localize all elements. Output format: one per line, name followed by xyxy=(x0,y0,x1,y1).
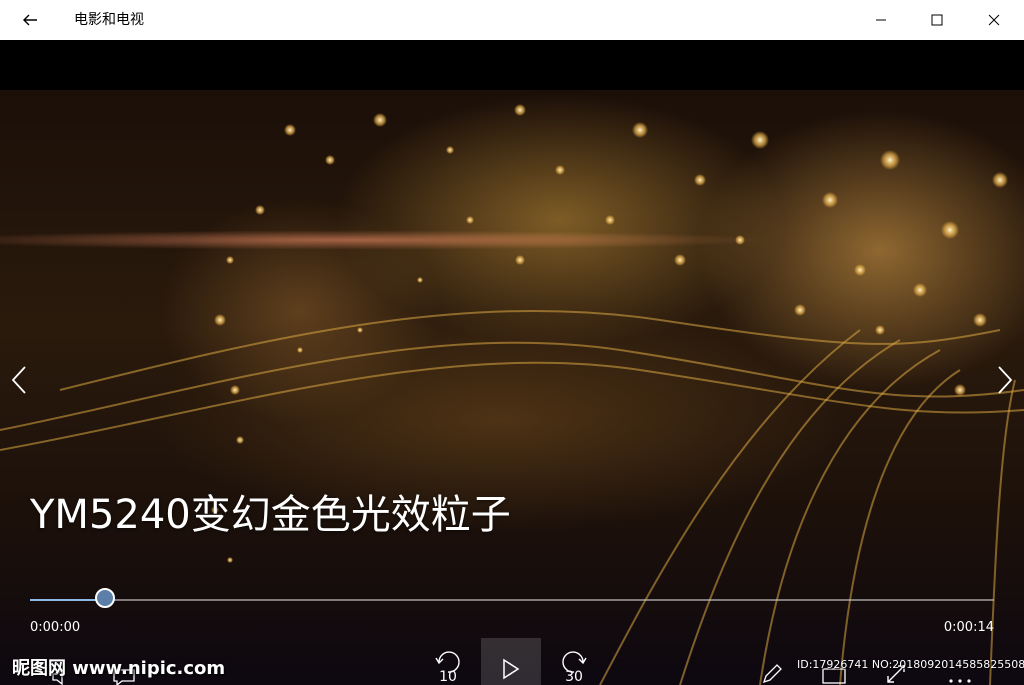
minimize-icon xyxy=(876,19,886,21)
edit-button[interactable] xyxy=(742,638,802,685)
video-title: YM5240变幻金色光效粒子 xyxy=(30,492,511,538)
seek-bar[interactable] xyxy=(30,588,994,608)
arrow-left-icon xyxy=(23,14,37,26)
close-button[interactable] xyxy=(971,0,1017,40)
more-icon xyxy=(949,679,971,683)
minimize-button[interactable] xyxy=(858,0,904,40)
maximize-icon xyxy=(931,14,943,26)
chevron-left-icon xyxy=(11,366,26,394)
maximize-button[interactable] xyxy=(914,0,960,40)
watermark-site: 昵图网 www.nipic.com xyxy=(12,658,226,679)
skip-back-label: 10 xyxy=(439,669,457,685)
current-time: 0:00:00 xyxy=(30,620,81,635)
back-button[interactable] xyxy=(0,0,60,40)
chevron-right-icon xyxy=(998,366,1013,394)
seek-bar-thumb[interactable] xyxy=(95,588,115,608)
previous-button[interactable] xyxy=(4,360,34,400)
pencil-icon xyxy=(762,664,782,684)
particle-artwork xyxy=(0,104,1024,685)
duration: 0:00:14 xyxy=(943,620,994,635)
skip-forward-button[interactable]: 30 xyxy=(544,638,604,685)
skip-back-button[interactable]: 10 xyxy=(418,638,478,685)
video-player[interactable]: YM5240变幻金色光效粒子 0:00:00 0:00:14 10 30 昵图网… xyxy=(0,90,1024,685)
window-title: 电影和电视 xyxy=(74,12,144,28)
play-button[interactable] xyxy=(481,638,541,685)
watermark-id: ID:17926741 NO:20180920145858255082 xyxy=(797,658,1024,671)
close-icon xyxy=(988,14,1000,26)
skip-forward-label: 30 xyxy=(565,669,583,685)
play-icon xyxy=(503,658,520,679)
next-button[interactable] xyxy=(990,360,1020,400)
seek-bar-progress xyxy=(30,599,105,601)
title-bar: 电影和电视 xyxy=(0,0,1024,40)
